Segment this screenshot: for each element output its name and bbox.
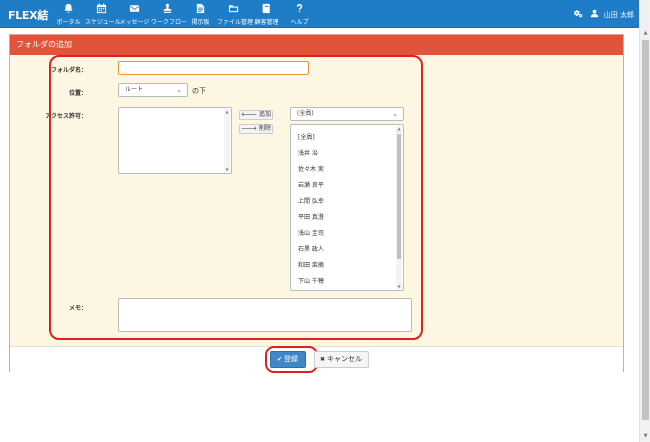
scrollbar-thumb[interactable] [642, 40, 649, 420]
nav-label: メッセージ [119, 19, 150, 26]
board-icon [184, 3, 217, 15]
top-nav-bar: FLEX結 ポータル スケジュール メッセージ ワークフロー 掲示板 ファイル管… [0, 0, 650, 28]
nav-label: スケジュール [85, 19, 121, 26]
nav-label: ワークフロー [151, 19, 188, 26]
nav-label: ファイル管理 [217, 19, 254, 26]
stamp-icon [151, 3, 184, 15]
nav-label: 顧客管理 [254, 19, 279, 26]
scroll-up-arrow-icon[interactable]: ▲ [642, 29, 649, 37]
nav-item-portal[interactable]: ポータル [52, 3, 85, 26]
highlight-register-button [265, 346, 318, 373]
nav-item-workflow[interactable]: ワークフロー [151, 3, 188, 26]
highlight-form-outline [49, 55, 423, 340]
book-icon [250, 3, 283, 15]
nav-label: 掲示板 [191, 19, 210, 26]
question-icon [283, 3, 316, 15]
envelope-icon [118, 3, 151, 15]
page-scrollbar[interactable]: ▲ ▼ [639, 0, 650, 442]
nav-item-customer-management[interactable]: 顧客管理 [250, 3, 283, 26]
folder-icon [217, 3, 250, 15]
nav-item-schedule[interactable]: スケジュール [85, 3, 121, 26]
nav-item-message[interactable]: メッセージ [118, 3, 151, 26]
user-icon [590, 9, 599, 20]
cancel-button-label: キャンセル [327, 355, 363, 363]
cancel-button[interactable]: ✖ キャンセル [314, 351, 370, 368]
main-nav: ポータル スケジュール メッセージ ワークフロー 掲示板 ファイル管理 顧客管理 [52, 3, 316, 26]
panel-title: フォルダの追加 [10, 35, 623, 55]
user-area: 山田 太郎 [573, 9, 634, 20]
nav-label: ポータル [56, 19, 81, 26]
close-icon: ✖ [320, 356, 326, 363]
app-logo[interactable]: FLEX結 [8, 7, 48, 23]
nav-item-help[interactable]: ヘルプ [283, 3, 316, 26]
nav-item-file-management[interactable]: ファイル管理 [217, 3, 254, 26]
nav-label: ヘルプ [290, 19, 309, 26]
calendar-icon [85, 3, 118, 15]
scroll-down-arrow-icon[interactable]: ▼ [642, 432, 649, 440]
nav-item-board[interactable]: 掲示板 [184, 3, 217, 26]
settings-icon[interactable] [573, 9, 583, 20]
user-name[interactable]: 山田 太郎 [604, 10, 634, 20]
bell-icon [52, 3, 85, 15]
